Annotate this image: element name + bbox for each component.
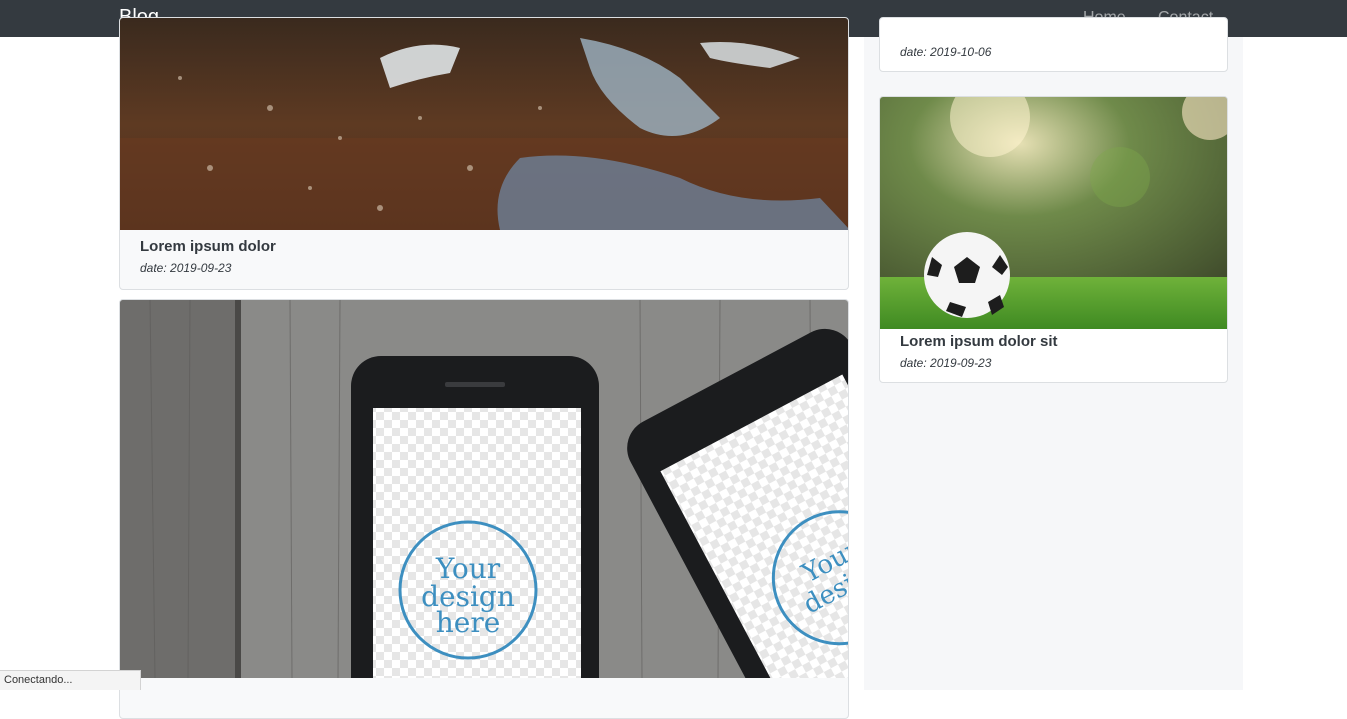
post-date: date: 2019-09-23 <box>140 261 232 275</box>
sidebar-card-date: date: 2019-10-06 <box>900 45 992 59</box>
post-card[interactable]: Your design here Your design <box>119 299 849 719</box>
sidebar: date: 2019-10-06 Lorem ipsum dolor sit d… <box>864 17 1243 690</box>
post-title[interactable]: Lorem ipsum dolor <box>140 238 276 255</box>
sidebar-card[interactable]: Lorem ipsum dolor sit date: 2019-09-23 <box>879 96 1228 383</box>
phone-mockup-image: Your design here Your design <box>120 300 848 678</box>
muddy-ground-image <box>120 18 848 230</box>
sidebar-card[interactable]: date: 2019-10-06 <box>879 17 1228 72</box>
posts-column: Lorem ipsum dolor date: 2019-09-23 Your … <box>119 17 849 719</box>
svg-text:here: here <box>436 606 501 639</box>
sidebar-card-date: date: 2019-09-23 <box>900 356 992 370</box>
post-card[interactable]: Lorem ipsum dolor date: 2019-09-23 <box>119 17 849 290</box>
sidebar-card-title[interactable]: Lorem ipsum dolor sit <box>900 333 1058 350</box>
status-bar: Conectando... <box>0 670 141 690</box>
soccer-ball-image <box>880 97 1227 329</box>
